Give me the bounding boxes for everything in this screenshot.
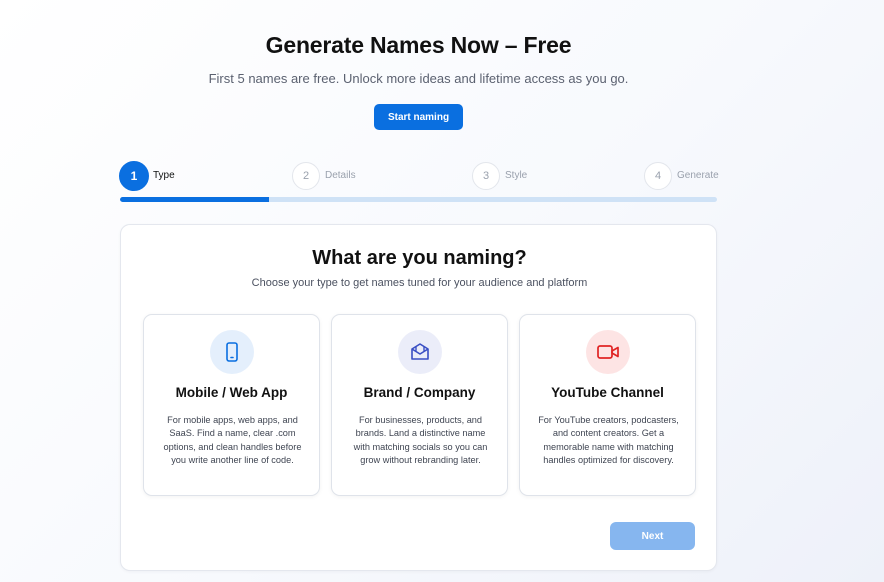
option-brand-company[interactable]: Brand / Company For businesses, products… [331,314,508,496]
step-details[interactable]: 2 Details [292,161,356,190]
option-description: For mobile apps, web apps, and SaaS. Fin… [163,415,302,465]
step-label: Type [153,170,175,181]
step-number: 1 [119,160,149,191]
option-title: Brand / Company [363,385,476,400]
step-number: 2 [292,161,320,190]
hero-subtitle: First 5 names are free. Unlock more idea… [208,71,629,86]
step-label: Details [325,170,356,181]
card-title: What are you naming? [312,247,527,269]
video-camera-icon [586,330,630,374]
option-description: For businesses, products, and brands. La… [353,415,488,465]
mobile-phone-icon [210,330,254,374]
step-label: Style [505,170,528,181]
stepper: 1 Type 2 Details 3 Style 4 Generate [119,160,719,203]
next-button[interactable]: Next [610,522,695,550]
progress-bar [120,197,717,202]
option-youtube-channel[interactable]: YouTube Channel For YouTube creators, po… [519,314,696,496]
step-type[interactable]: 1 Type [119,160,175,191]
option-description: For YouTube creators, podcasters, and co… [538,415,679,465]
step-style[interactable]: 3 Style [472,161,527,190]
card-subtitle: Choose your type to get names tuned for … [251,277,588,289]
progress-bar-fill [120,197,270,202]
option-title: YouTube Channel [551,385,664,400]
step-generate[interactable]: 4 Generate [644,161,719,190]
page-title: Generate Names Now – Free [265,32,572,58]
step-label: Generate [677,170,719,181]
step-number: 4 [644,161,672,190]
brand-mailbox-icon [398,330,442,374]
start-naming-button[interactable]: Start naming [374,104,463,130]
option-title: Mobile / Web App [175,385,288,400]
option-mobile-web-app[interactable]: Mobile / Web App For mobile apps, web ap… [143,314,320,496]
step-number: 3 [472,161,500,190]
type-selection-card: What are you naming? Choose your type to… [120,224,717,571]
